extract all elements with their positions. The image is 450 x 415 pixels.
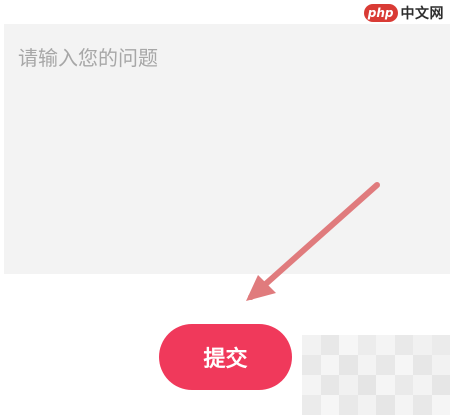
question-input-container [4,24,450,274]
site-watermark: php 中文网 [363,2,444,24]
submit-button[interactable]: 提交 [159,324,292,390]
question-input[interactable] [4,24,450,274]
watermark-php-badge: php [363,4,398,22]
watermark-text: 中文网 [400,6,444,22]
mosaic-watermark [302,335,450,415]
